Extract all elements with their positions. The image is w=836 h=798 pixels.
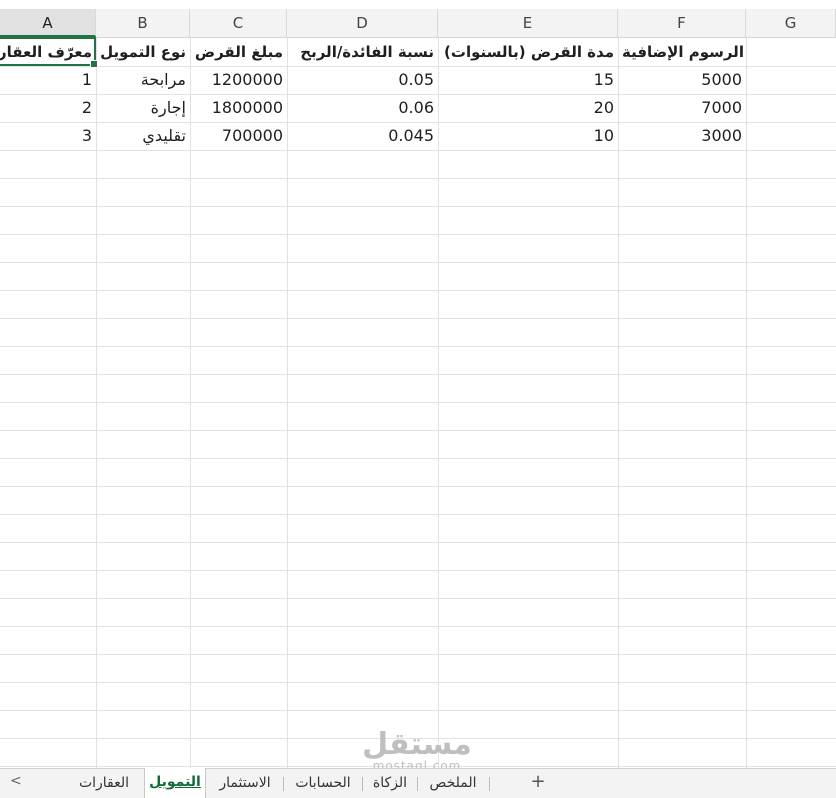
table-cell[interactable]: تقليدي bbox=[96, 122, 190, 150]
table-cell[interactable]: 5000 bbox=[618, 66, 746, 94]
header-cell-interest-rate[interactable]: نسبة الفائدة/الربح bbox=[287, 38, 438, 66]
sheet-tab-bar: < العقارات التمويل الاستثمار الحسابات ال… bbox=[0, 768, 836, 798]
table-cell[interactable]: 2 bbox=[0, 94, 96, 122]
table-cell[interactable]: 10 bbox=[438, 122, 618, 150]
table-cell[interactable]: 3 bbox=[0, 122, 96, 150]
table-cell[interactable]: 0.06 bbox=[287, 94, 438, 122]
tab-summary[interactable]: الملخص bbox=[420, 769, 486, 798]
column-header-row: A B C D E F G bbox=[0, 9, 836, 38]
tab-investment[interactable]: الاستثمار bbox=[210, 769, 280, 798]
table-cell[interactable]: 1200000 bbox=[190, 66, 287, 94]
table-cell[interactable]: 1 bbox=[0, 66, 96, 94]
table-cell[interactable]: مرابحة bbox=[96, 66, 190, 94]
table-cell[interactable]: 3000 bbox=[618, 122, 746, 150]
header-cell-loan-amount[interactable]: مبلغ القرض bbox=[190, 38, 287, 66]
tab-separator bbox=[489, 777, 490, 791]
table-cell[interactable]: 700000 bbox=[190, 122, 287, 150]
active-cell-indicator bbox=[0, 37, 98, 68]
chevron-left-icon[interactable]: < bbox=[10, 773, 22, 789]
table-cell[interactable]: 1800000 bbox=[190, 94, 287, 122]
header-cell-financing-type[interactable]: نوع التمويل bbox=[96, 38, 190, 66]
tab-accounts[interactable]: الحسابات bbox=[286, 769, 360, 798]
header-cell-extra-fees[interactable]: الرسوم الإضافية bbox=[618, 38, 746, 66]
column-header-f[interactable]: F bbox=[618, 9, 746, 37]
table-cell[interactable]: 20 bbox=[438, 94, 618, 122]
tab-zakat[interactable]: الزكاة bbox=[365, 769, 415, 798]
table-cell[interactable]: إجارة bbox=[96, 94, 190, 122]
table-cell[interactable]: 7000 bbox=[618, 94, 746, 122]
column-header-d[interactable]: D bbox=[287, 9, 438, 37]
column-header-c[interactable]: C bbox=[190, 9, 287, 37]
tab-financing[interactable]: التمويل bbox=[144, 768, 206, 798]
column-header-a[interactable]: A bbox=[0, 9, 96, 37]
table-cell[interactable]: 0.05 bbox=[287, 66, 438, 94]
table-cell[interactable]: 0.045 bbox=[287, 122, 438, 150]
header-cell-loan-term[interactable]: مدة القرض (بالسنوات) bbox=[438, 38, 618, 66]
table-cell[interactable]: 15 bbox=[438, 66, 618, 94]
tab-properties[interactable]: العقارات bbox=[70, 769, 138, 798]
tab-separator bbox=[417, 777, 418, 791]
column-header-e[interactable]: E bbox=[438, 9, 618, 37]
column-header-g[interactable]: G bbox=[746, 9, 836, 37]
tab-separator bbox=[362, 777, 363, 791]
spreadsheet-area: A B C D E F G معرّف العقار نوع التمويل م… bbox=[0, 0, 836, 768]
column-header-b[interactable]: B bbox=[96, 9, 190, 37]
add-sheet-button[interactable]: + bbox=[528, 771, 548, 792]
tab-separator bbox=[283, 777, 284, 791]
